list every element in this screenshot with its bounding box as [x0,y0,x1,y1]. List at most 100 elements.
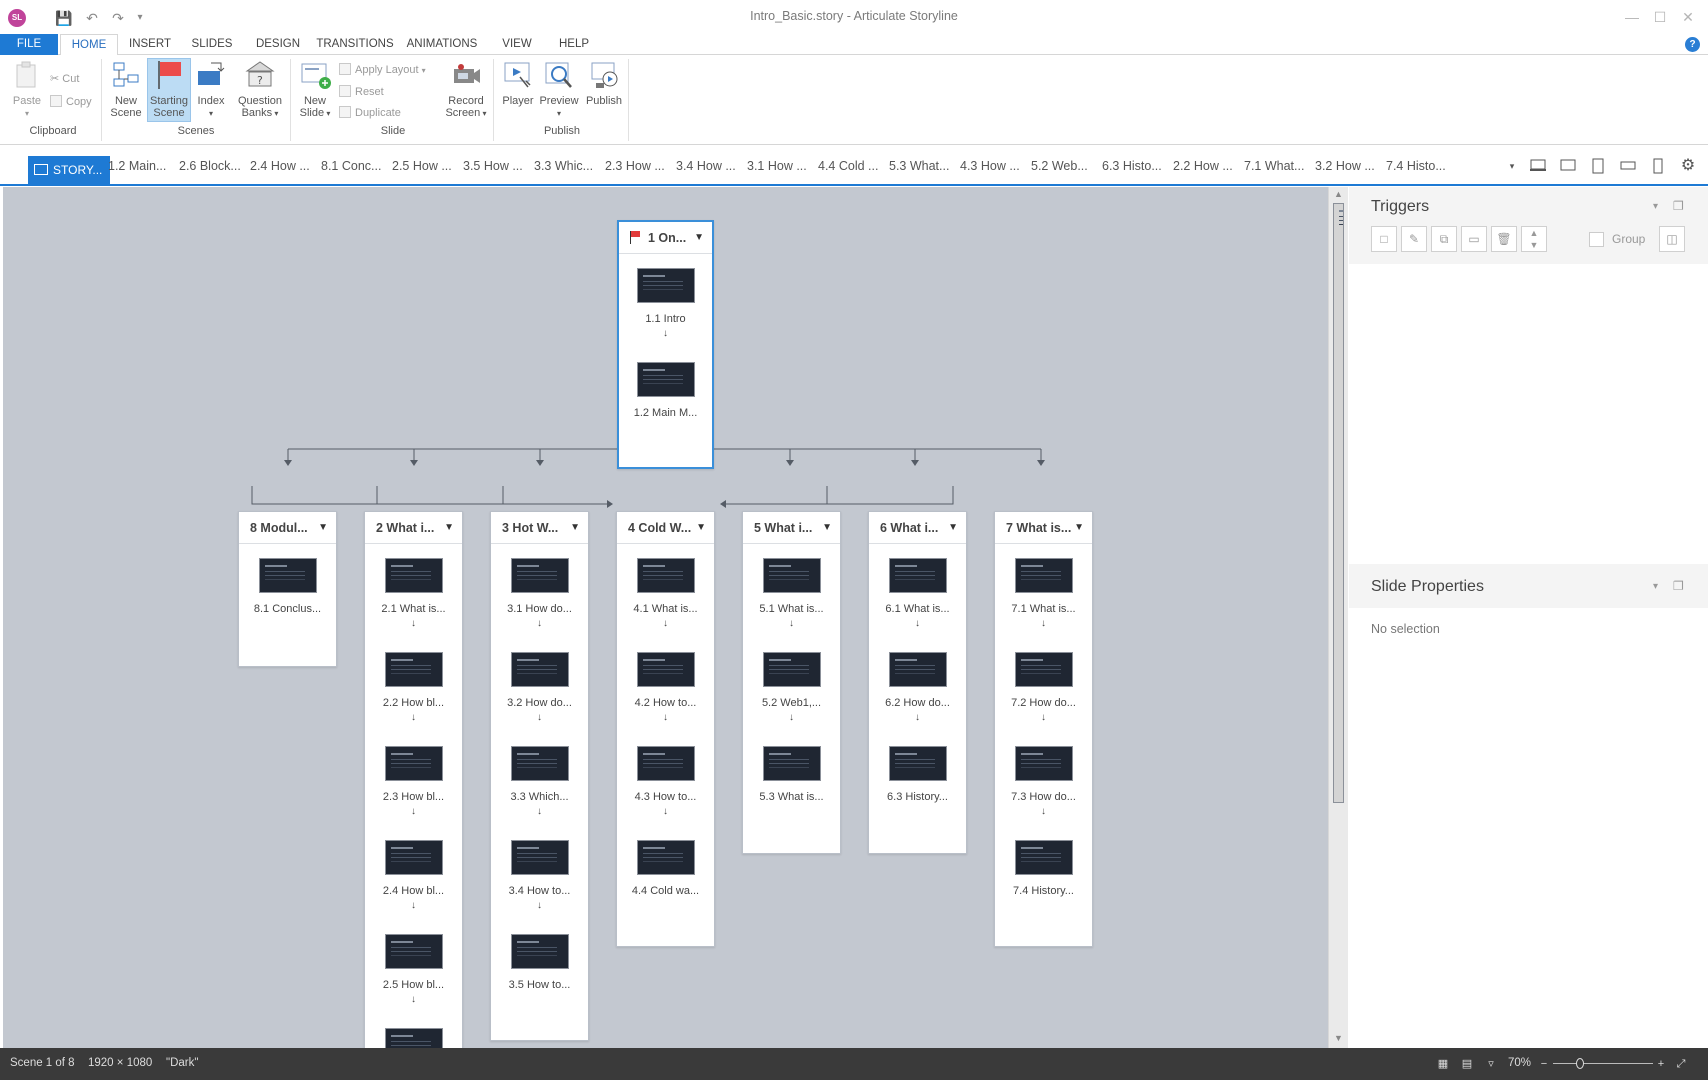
help-icon[interactable]: ? [1685,37,1700,52]
scene-header[interactable]: 6 What i... ▼ [869,512,966,544]
slide-item[interactable]: 3.4 How to... ↓ [491,840,588,911]
scene-card[interactable]: 6 What i... ▼ 6.1 What is... ↓ 6.2 How do...… [868,511,967,854]
slide-thumbnail[interactable] [1014,558,1073,593]
canvas-vertical-scrollbar[interactable]: ▲ ▼ [1328,187,1348,1048]
slide-item[interactable]: 3.2 How do... ↓ [491,652,588,723]
scene-header[interactable]: 5 What i... ▼ [743,512,840,544]
slide-thumbnail[interactable] [385,1028,443,1048]
slide-thumbnail[interactable] [510,558,569,593]
scene-tab[interactable]: 4.4 Cold ... [818,157,878,175]
story-view-tab[interactable]: STORY... [28,156,111,184]
slide-thumbnail[interactable] [1014,652,1073,687]
starting-scene-button[interactable]: Starting Scene [147,58,191,122]
tab-view[interactable]: VIEW [496,34,538,55]
properties-undock-icon[interactable]: ❐ [1673,579,1684,593]
tab-file[interactable]: FILE [0,34,58,55]
close-icon[interactable]: ✕ [1676,6,1700,28]
slide-thumbnail[interactable] [636,558,695,593]
reset-button[interactable]: Reset [339,85,384,99]
slide-thumbnail[interactable] [1014,746,1073,781]
scene-tab[interactable]: 3.2 How ... [1315,157,1375,175]
tab-transitions[interactable]: TRANSITIONS [316,34,394,55]
slide-item[interactable]: 7.1 What is... ↓ [995,558,1092,629]
preview-button[interactable]: Preview ▾ [538,59,580,120]
question-banks-button[interactable]: ? Question Banks ▾ [234,59,286,120]
scene-menu-icon[interactable]: ▼ [696,512,706,544]
tab-home[interactable]: HOME [60,34,118,56]
slide-thumbnail[interactable] [510,652,569,687]
slide-item[interactable]: 3.3 Which... ↓ [491,746,588,817]
slide-thumbnail[interactable] [762,558,821,593]
slide-thumbnail[interactable] [1014,840,1073,875]
scene-header[interactable]: 1 On... ▼ [619,222,712,254]
scene-header[interactable]: 2 What i... ▼ [365,512,462,544]
slide-item[interactable]: 4.3 How to... ↓ [617,746,714,817]
minimize-icon[interactable]: — [1620,6,1644,28]
new-slide-button[interactable]: New Slide ▾ [296,59,334,120]
tab-insert[interactable]: INSERT [124,34,176,55]
slide-thumbnail[interactable] [636,840,695,875]
scene-menu-icon[interactable]: ▼ [318,512,328,544]
slide-thumbnail[interactable] [636,652,695,687]
slide-item[interactable]: 3.5 How to... [491,934,588,991]
player-button[interactable]: Player [500,59,536,107]
desktop-icon[interactable] [1530,158,1546,174]
scene-card[interactable]: 2 What i... ▼ 2.1 What is... ↓ 2.2 How bl...… [364,511,463,1048]
slide-item[interactable]: 8.1 Conclus... [239,558,336,615]
scene-header[interactable]: 3 Hot W... ▼ [491,512,588,544]
slide-item[interactable]: 6.1 What is... ↓ [869,558,966,629]
reorder-trigger-icon[interactable]: ▲ ▼ [1521,226,1547,252]
new-scene-button[interactable]: New Scene [108,59,144,119]
scene-tab[interactable]: 1.2 Main... [108,157,166,175]
slide-thumbnail[interactable] [384,840,443,875]
slide-item[interactable]: 7.2 How do... ↓ [995,652,1092,723]
tab-design[interactable]: DESIGN [250,34,306,55]
story-view-mode-icon[interactable]: ▦ [1436,1057,1450,1071]
copy-button[interactable]: Copy [50,95,92,109]
new-trigger-icon[interactable]: □ [1371,226,1397,252]
normal-view-mode-icon[interactable]: ▤ [1460,1057,1474,1071]
tab-slides[interactable]: SLIDES [186,34,238,55]
slide-thumbnail[interactable] [762,652,821,687]
slide-thumbnail[interactable] [636,746,695,781]
fit-filter-icon[interactable]: ▿ [1484,1057,1498,1071]
scene-header[interactable]: 7 What is... ▼ [995,512,1092,544]
zoom-slider-thumb[interactable] [1576,1058,1584,1069]
slide-item[interactable]: 3.1 How do... ↓ [491,558,588,629]
slide-thumbnail[interactable] [384,558,443,593]
slide-item[interactable]: 4.2 How to... ↓ [617,652,714,723]
scene-tab[interactable]: 7.1 What... [1244,157,1304,175]
triggers-menu-icon[interactable]: ▾ [1653,201,1658,212]
index-button[interactable]: Index ▾ [194,59,228,120]
slide-item[interactable]: 2.5 How bl... ↓ [365,934,462,1005]
scroll-up-icon[interactable]: ▲ [1329,189,1348,199]
scrollbar-thumb[interactable] [1333,203,1344,803]
slide-thumbnail[interactable] [510,840,569,875]
slide-item[interactable]: 4.1 What is... ↓ [617,558,714,629]
slide-thumbnail[interactable] [636,362,695,397]
variables-icon[interactable]: ◫ [1659,226,1685,252]
apply-layout-button[interactable]: Apply Layout ▾ [339,63,426,78]
slide-thumbnail[interactable] [384,934,443,969]
slide-thumbnail[interactable] [888,558,947,593]
edit-trigger-icon[interactable]: ✎ [1401,226,1427,252]
scroll-down-icon[interactable]: ▼ [1329,1033,1348,1043]
phone-portrait-icon[interactable] [1650,158,1666,174]
slide-item[interactable]: 6.3 History... [869,746,966,803]
slide-item[interactable]: 2.2 How bl... ↓ [365,652,462,723]
slide-item[interactable]: 2.4 How bl... ↓ [365,840,462,911]
scene-tab[interactable]: 5.3 What... [889,157,949,175]
tablet-landscape-icon[interactable] [1560,158,1576,174]
slide-thumbnail[interactable] [510,746,569,781]
slide-thumbnail[interactable] [384,652,443,687]
scene-tab[interactable]: 2.4 How ... [250,157,310,175]
phone-landscape-icon[interactable] [1620,158,1636,174]
slide-item[interactable]: 1.2 Main M... [619,362,712,419]
slide-item[interactable]: 1.1 Intro ↓ [619,268,712,339]
slide-item[interactable]: 5.2 Web1,... ↓ [743,652,840,723]
slide-item[interactable]: 6.2 How do... ↓ [869,652,966,723]
scene-menu-icon[interactable]: ▼ [694,222,704,254]
scene-tab[interactable]: 3.5 How ... [463,157,523,175]
group-checkbox[interactable] [1589,232,1604,247]
copy-trigger-icon[interactable]: ⧉ [1431,226,1457,252]
